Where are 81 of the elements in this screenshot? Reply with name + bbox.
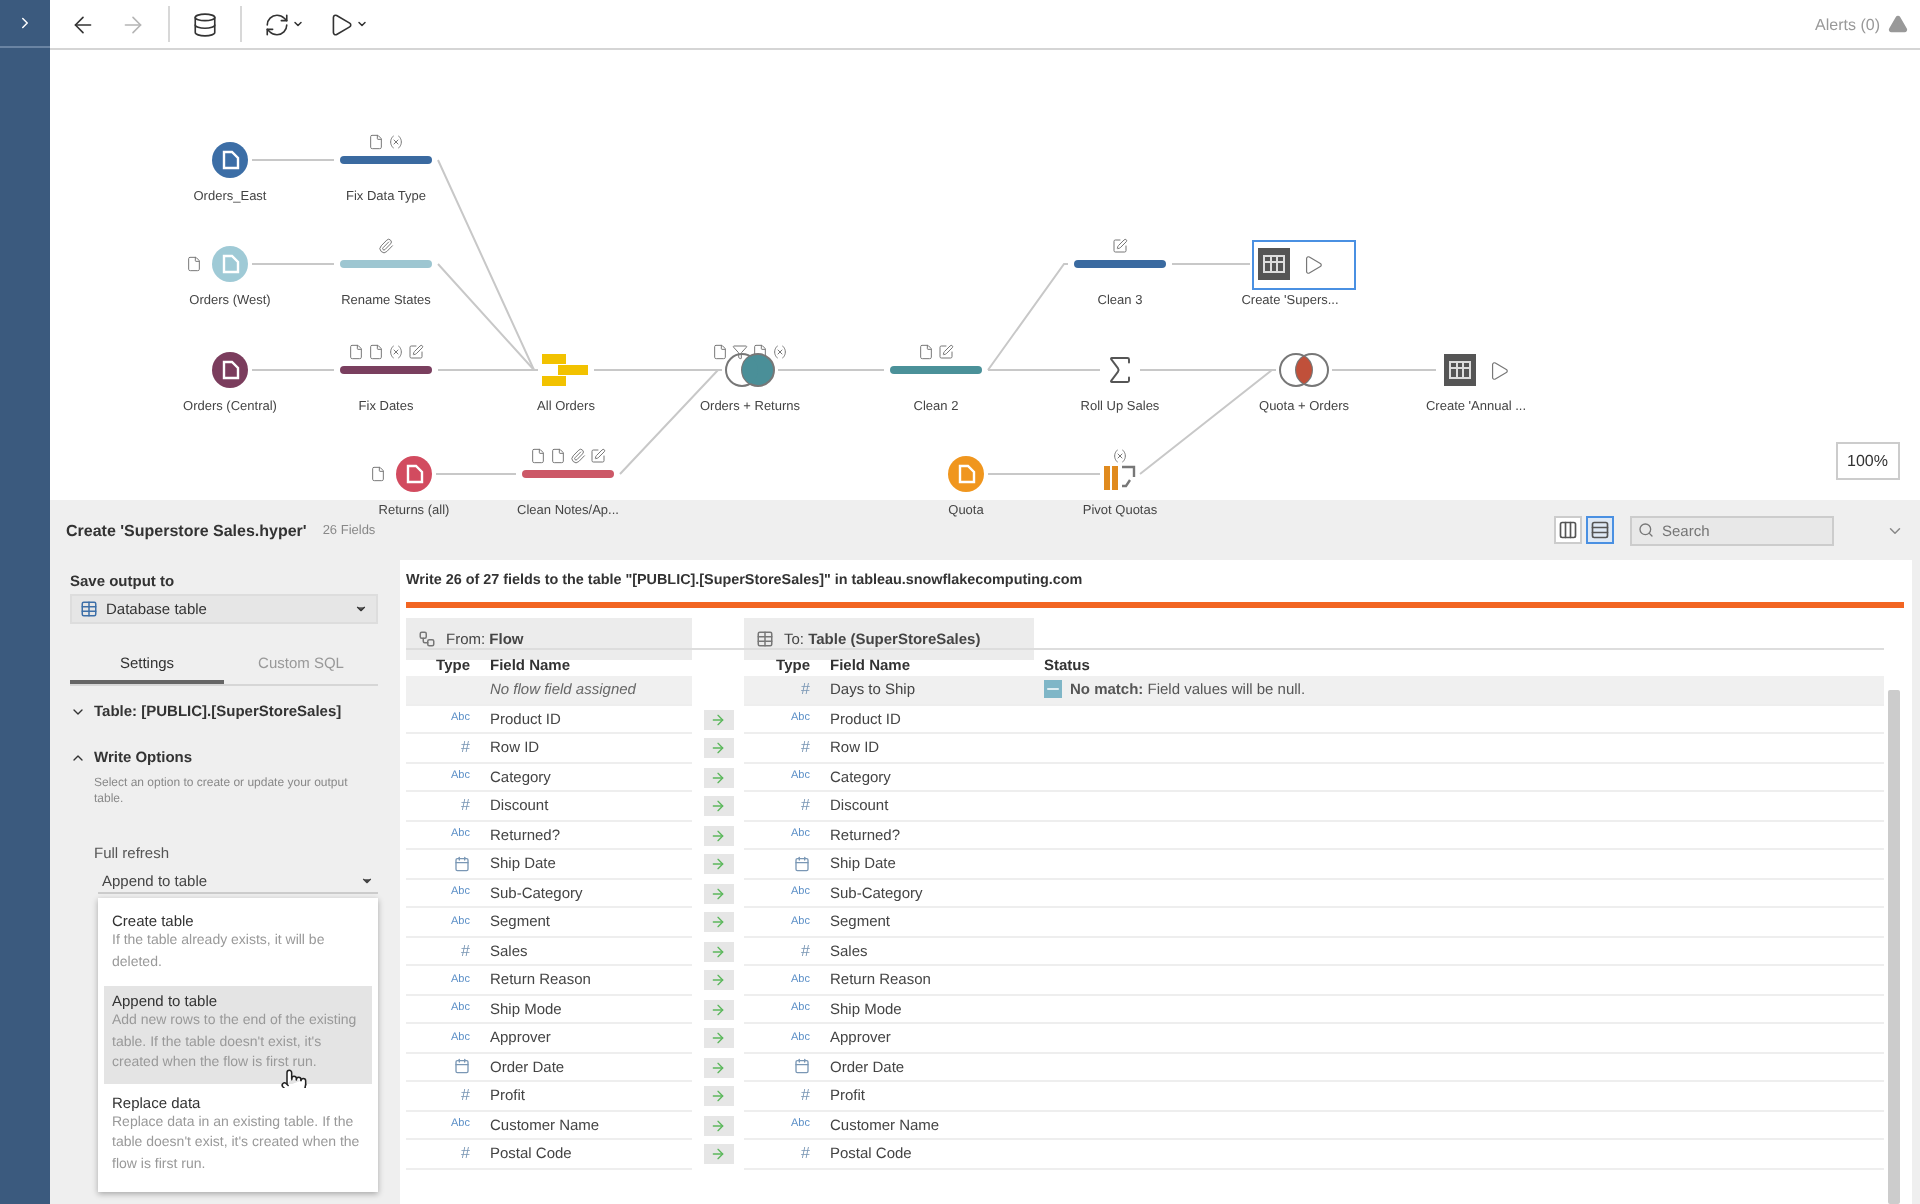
rows-icon [1590,520,1610,540]
play-icon [328,11,354,37]
chevron-right-icon [16,14,34,32]
filter-icon [732,344,748,360]
calendar-icon [454,855,470,872]
file-icon [348,344,364,360]
connector-line [987,473,1101,475]
file-icon [530,448,546,464]
database-icon [192,11,218,37]
calendar-icon [794,855,810,872]
edit-icon [1112,238,1128,254]
table-icon [756,630,774,648]
caret-icon [354,602,368,616]
clean-step-bar[interactable] [1074,260,1166,268]
variable-icon [388,134,404,150]
caret-icon [360,874,374,888]
type-label: # [801,796,810,815]
data-source-icon[interactable] [212,352,248,388]
output-icon[interactable] [1258,248,1290,280]
edit-icon [408,344,424,360]
clean-step-bar[interactable] [890,366,982,374]
connector-line [435,473,517,475]
paperclip-icon [378,238,394,254]
pivot-icon[interactable] [1104,464,1136,492]
connector-line [777,369,885,371]
flow-icon [418,630,436,648]
panel-title: Create 'Superstore Sales.hyper' [66,521,307,539]
output-icon[interactable] [1444,354,1476,386]
arrow-right-icon [120,11,146,37]
join-icon[interactable] [1278,352,1330,388]
connector-line [1331,369,1437,371]
edit-icon [590,448,606,464]
variable-icon [772,344,788,360]
scrollbar[interactable] [1888,690,1900,1204]
run-icon[interactable] [1488,359,1510,381]
connector-line [1171,263,1251,265]
status-icon [1044,680,1062,699]
type-label: # [461,1144,470,1163]
type-label: # [461,738,470,757]
join-icon[interactable] [724,352,776,388]
file-icon [712,344,728,360]
warning-icon [1888,14,1908,34]
file-icon [752,344,768,360]
caret-icon [356,18,368,30]
run-icon[interactable] [1302,253,1324,275]
type-label: # [801,738,810,757]
file-icon [368,344,384,360]
variable-icon [1112,448,1128,464]
clean-step-bar[interactable] [522,470,614,478]
table-icon [80,600,98,618]
variable-icon [388,344,404,360]
clean-step-bar[interactable] [340,156,432,164]
grid-view-button[interactable] [1554,516,1582,544]
refresh-icon [264,11,290,37]
data-source-icon[interactable] [396,456,432,492]
type-label: # [801,1144,810,1163]
caret-icon [292,18,304,30]
clean-step-bar[interactable] [340,260,432,268]
edit-icon [938,344,954,360]
connector-line [251,159,335,161]
connector-line [251,369,335,371]
file-icon [550,448,566,464]
type-label: # [801,941,810,960]
type-label: # [801,1086,810,1105]
file-icon [918,344,934,360]
type-label: # [461,1086,470,1105]
type-label: # [461,796,470,815]
type-label: # [461,941,470,960]
connector-line [251,263,335,265]
type-label: # [801,680,810,699]
calendar-icon [454,1058,470,1075]
paperclip-icon [570,448,586,464]
file-icon [368,134,384,150]
arrow-left-icon [70,11,96,37]
list-view-button[interactable] [1586,516,1614,544]
zoom-level[interactable]: 100% [1835,442,1900,480]
data-source-icon[interactable] [212,142,248,178]
clean-step-bar[interactable] [340,366,432,374]
columns-icon [1558,520,1578,540]
union-icon[interactable] [542,354,590,386]
calendar-icon [794,1058,810,1075]
